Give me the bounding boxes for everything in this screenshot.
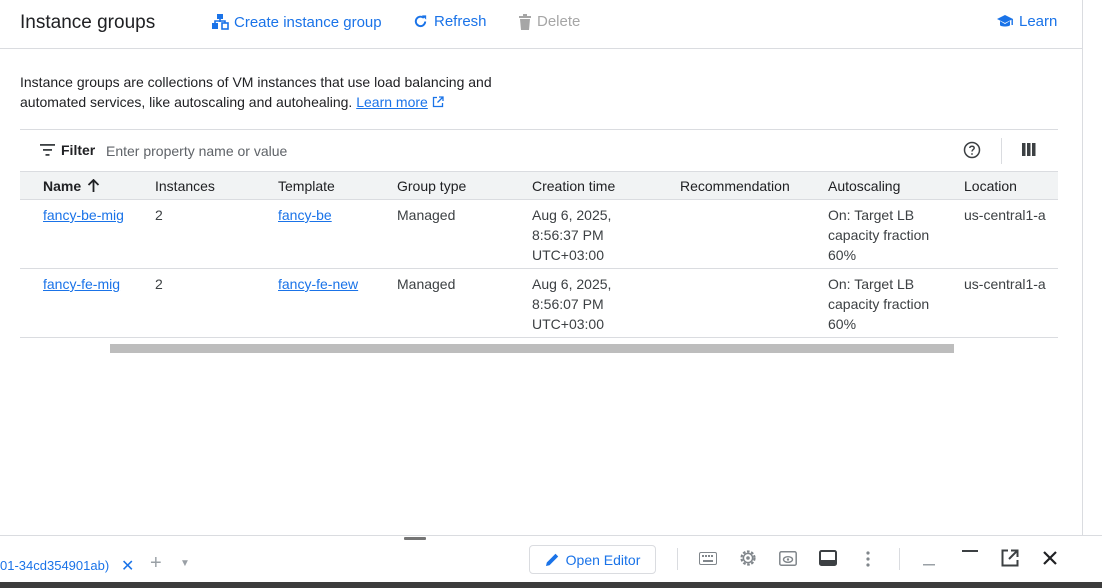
group-type: Managed: [397, 207, 456, 223]
instance-groups-table: Filter Name Instances T: [20, 129, 1058, 338]
location: us-central1-a: [964, 207, 1046, 223]
help-icon[interactable]: [963, 141, 981, 159]
learn-more-link[interactable]: Learn more: [356, 94, 428, 110]
page: Instance groups Create instance group Re…: [0, 0, 1102, 588]
horizontal-scrollbar[interactable]: [110, 344, 954, 353]
sort-arrow-up-icon: [88, 179, 100, 192]
close-icon[interactable]: [1043, 551, 1057, 565]
refresh-label: Refresh: [434, 13, 487, 30]
refresh-icon: [414, 15, 427, 28]
panel-icon[interactable]: [819, 550, 837, 566]
external-link-icon: [432, 96, 444, 108]
maximize-icon[interactable]: [962, 550, 978, 554]
toolbar-separator: [677, 548, 678, 570]
template-link[interactable]: fancy-be: [278, 205, 332, 225]
learn-icon: [997, 14, 1013, 26]
create-group-icon: [212, 14, 229, 30]
refresh-button[interactable]: Refresh: [412, 13, 487, 30]
close-tab-icon[interactable]: ✕: [121, 556, 134, 576]
page-header: Instance groups Create instance group Re…: [0, 0, 1082, 49]
creation-time: Aug 6, 2025, 8:56:37 PM UTC+03:00: [532, 207, 612, 263]
taskbar-strip: [0, 582, 1102, 588]
column-display-icon[interactable]: [1022, 143, 1036, 157]
terminal-tab[interactable]: 01-34cd354901ab): [0, 558, 109, 573]
resize-handle[interactable]: [404, 537, 426, 540]
create-instance-group-label: Create instance group: [234, 13, 382, 31]
panel-divider: [1082, 0, 1083, 535]
column-header-instances[interactable]: Instances: [155, 178, 215, 194]
open-editor-label: Open Editor: [565, 551, 641, 568]
filter-bar: Filter: [20, 129, 1058, 171]
filter-label: Filter: [61, 142, 96, 158]
filter-input[interactable]: [106, 140, 606, 162]
page-title: Instance groups: [20, 12, 156, 33]
table-row: fancy-be-mig 2 fancy-be Managed Aug 6, 2…: [20, 200, 1058, 269]
delete-icon: [519, 13, 531, 30]
more-vert-icon[interactable]: [865, 550, 871, 568]
column-header-creation-time[interactable]: Creation time: [532, 178, 615, 194]
column-header-autoscaling[interactable]: Autoscaling: [828, 178, 900, 194]
delete-button[interactable]: Delete: [518, 13, 580, 30]
delete-label: Delete: [537, 13, 581, 30]
table-header: Name Instances Template Group type Creat…: [20, 171, 1058, 200]
location: us-central1-a: [964, 276, 1046, 292]
instance-group-name-link[interactable]: fancy-be-mig: [43, 205, 124, 225]
add-tab-icon[interactable]: +: [150, 552, 162, 575]
creation-time: Aug 6, 2025, 8:56:07 PM UTC+03:00: [532, 276, 612, 332]
autoscaling-status: On: Target LB capacity fraction 60%: [828, 207, 930, 263]
filter-icon: [40, 144, 55, 156]
pencil-icon: [545, 553, 558, 566]
filter-button[interactable]: Filter: [40, 142, 95, 158]
column-header-recommendation[interactable]: Recommendation: [680, 178, 790, 194]
group-type: Managed: [397, 276, 456, 292]
column-header-name[interactable]: Name: [43, 178, 100, 194]
instances-count: 2: [155, 276, 163, 292]
instances-count: 2: [155, 207, 163, 223]
column-header-group-type[interactable]: Group type: [397, 178, 466, 194]
page-description: Instance groups are collections of VM in…: [20, 72, 520, 112]
create-instance-group-button[interactable]: Create instance group: [211, 13, 382, 31]
tab-menu-caret-icon[interactable]: ▼: [180, 558, 190, 569]
learn-label: Learn: [1019, 13, 1058, 30]
learn-button[interactable]: Learn: [996, 13, 1057, 30]
instance-group-name-link[interactable]: fancy-fe-mig: [43, 274, 120, 294]
table-row: fancy-fe-mig 2 fancy-fe-new Managed Aug …: [20, 269, 1058, 338]
web-preview-icon[interactable]: [779, 551, 797, 566]
template-link[interactable]: fancy-fe-new: [278, 274, 358, 294]
toolbar-separator: [899, 548, 900, 570]
open-new-window-icon[interactable]: [1001, 549, 1019, 567]
column-header-location[interactable]: Location: [964, 178, 1017, 194]
minimize-icon[interactable]: [923, 564, 935, 567]
settings-icon[interactable]: [739, 549, 757, 567]
keyboard-icon[interactable]: [699, 552, 717, 565]
toolbar-separator: [1001, 138, 1002, 164]
autoscaling-status: On: Target LB capacity fraction 60%: [828, 276, 930, 332]
column-header-template[interactable]: Template: [278, 178, 335, 194]
open-editor-button[interactable]: Open Editor: [529, 545, 656, 574]
cloud-shell-bar: 01-34cd354901ab) ✕ + ▼ Open Editor: [0, 535, 1102, 582]
